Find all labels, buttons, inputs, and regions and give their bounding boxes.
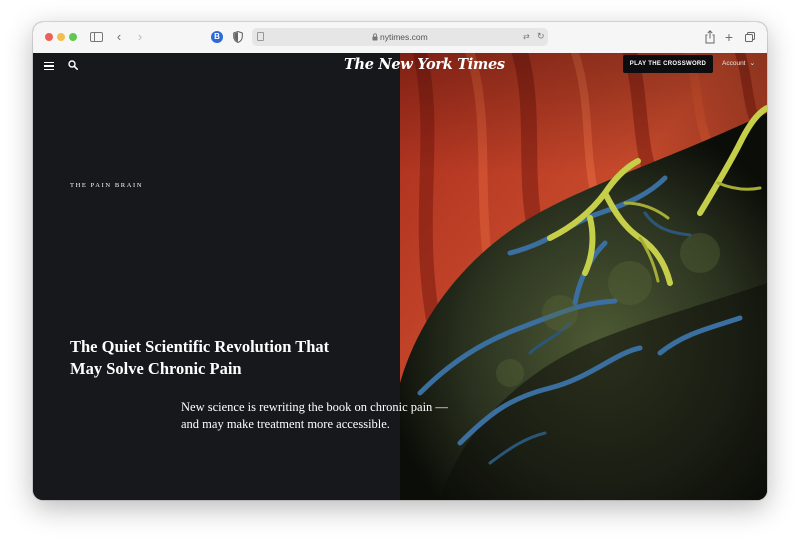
- browser-toolbar: ‹ › B nytimes.com ⇄ ↻ +: [33, 22, 767, 54]
- sidebar-toggle-icon[interactable]: [90, 32, 103, 42]
- new-tab-icon[interactable]: +: [724, 30, 734, 44]
- summary-line-1: New science is rewriting the book on chr…: [181, 400, 448, 414]
- address-bar[interactable]: nytimes.com ⇄ ↻: [252, 28, 548, 46]
- forward-icon[interactable]: ›: [134, 30, 146, 44]
- summary-line-2: and may make treatment more accessible.: [181, 417, 390, 431]
- account-label: Account: [722, 60, 746, 67]
- browser-window: ‹ › B nytimes.com ⇄ ↻ + The New York Tim…: [33, 22, 767, 500]
- article-kicker[interactable]: THE PAIN BRAIN: [70, 182, 143, 189]
- close-window-button[interactable]: [45, 33, 53, 41]
- headline-line-2: May Solve Chronic Pain: [70, 359, 242, 378]
- share-icon[interactable]: [705, 30, 715, 44]
- translate-icon[interactable]: ⇄: [523, 32, 530, 41]
- chevron-down-icon: ⌄: [749, 60, 756, 67]
- headline-line-1: The Quiet Scientific Revolution That: [70, 337, 330, 356]
- article-summary: New science is rewriting the book on chr…: [181, 399, 501, 433]
- hamburger-menu-icon[interactable]: [44, 62, 54, 71]
- play-crossword-button[interactable]: PLAY THE CROSSWORD: [623, 55, 713, 73]
- page-settings-icon[interactable]: [257, 32, 264, 41]
- lock-icon: [372, 33, 378, 41]
- tab-overview-icon[interactable]: [745, 32, 755, 42]
- zoom-window-button[interactable]: [69, 33, 77, 41]
- account-menu[interactable]: Account ⌄: [722, 59, 755, 67]
- nyt-logo[interactable]: The New York Times: [344, 56, 505, 73]
- back-icon[interactable]: ‹: [113, 30, 125, 44]
- reload-icon[interactable]: ↻: [537, 31, 545, 42]
- page-content: The New York Times PLAY THE CROSSWORD Ac…: [33, 53, 767, 500]
- privacy-shield-icon[interactable]: [233, 31, 243, 43]
- minimize-window-button[interactable]: [57, 33, 65, 41]
- search-icon[interactable]: [68, 60, 78, 70]
- url-text: nytimes.com: [380, 32, 428, 42]
- extension-icon[interactable]: B: [211, 31, 223, 43]
- article-headline[interactable]: The Quiet Scientific Revolution That May…: [70, 336, 370, 380]
